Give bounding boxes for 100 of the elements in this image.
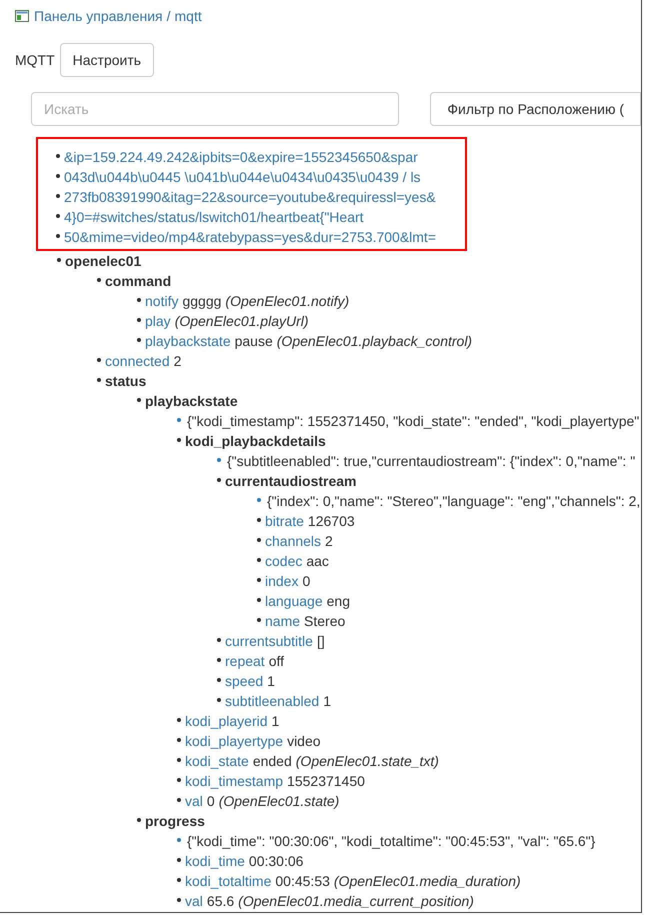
- section-label: MQTT: [15, 50, 55, 70]
- bullet-icon: [217, 698, 221, 702]
- value-text: 1: [272, 712, 280, 730]
- value-text: 0: [302, 572, 310, 590]
- key-link[interactable]: index: [265, 570, 298, 592]
- group-title: status: [105, 372, 146, 390]
- key-link[interactable]: name: [265, 610, 300, 632]
- binding-text: (OpenElec01.media_current_position): [238, 892, 474, 911]
- bullet-icon: [56, 194, 60, 198]
- bullet-icon: [177, 878, 181, 882]
- binding-text: (OpenElec01.notify): [225, 292, 350, 311]
- key-link[interactable]: val: [185, 890, 203, 912]
- value-text: 0: [206, 792, 215, 810]
- bullet-icon: [137, 318, 141, 322]
- value-text: aac: [306, 552, 329, 570]
- value-text: Stereo: [304, 612, 346, 630]
- binding-text: (OpenElec01.state_txt): [296, 752, 439, 771]
- value-text: 1552371450: [287, 772, 365, 790]
- topic-link[interactable]: 043d\u044b\u0445 \u041b\u044e\u0434\u0435\u0439 / ls: [64, 166, 421, 188]
- bullet-icon: [177, 838, 181, 842]
- key-link[interactable]: notify: [145, 290, 178, 312]
- bullet-icon: [97, 378, 101, 382]
- json-text: {"index": 0,"name": "Stereo","language": "eng","channels": 2,: [267, 492, 640, 511]
- bullet-icon: [257, 578, 261, 582]
- location-filter-button[interactable]: Фильтр по Расположению (: [430, 92, 641, 126]
- bullet-icon: [137, 298, 141, 302]
- value-text: 00:45:53: [275, 872, 330, 890]
- key-link[interactable]: codec: [265, 550, 302, 572]
- value-text: []: [316, 632, 325, 651]
- binding-text: (OpenElec01.media_duration): [334, 872, 521, 891]
- key-link[interactable]: speed: [225, 670, 264, 692]
- key-link[interactable]: repeat: [225, 650, 265, 672]
- key-link[interactable]: kodi_playerid: [185, 710, 268, 732]
- key-link[interactable]: kodi_state: [185, 750, 249, 772]
- value-text: 65.6: [206, 892, 234, 910]
- bullet-icon: [257, 558, 261, 562]
- key-link[interactable]: kodi_playertype: [185, 730, 284, 752]
- group-title: openelec01: [65, 252, 142, 271]
- bullet-icon: [217, 458, 221, 462]
- configure-button[interactable]: Настроить: [60, 43, 154, 77]
- binding-text: (OpenElec01.playback_control): [276, 332, 472, 351]
- bullet-icon: [97, 278, 101, 282]
- group-title: command: [105, 272, 172, 290]
- bullet-icon: [217, 678, 221, 682]
- key-link[interactable]: channels: [265, 530, 322, 552]
- topic-link[interactable]: 4}0=#switches/status/lswitch01/heartbeat{"Heart: [64, 206, 364, 228]
- group-title: kodi_playbackdetails: [185, 432, 326, 451]
- bullet-icon: [56, 174, 60, 178]
- key-link[interactable]: play: [145, 310, 171, 332]
- json-text: {"subtitleenabled": true,"currentaudiostream": {"index": 0,"name": ": [227, 452, 636, 471]
- key-link[interactable]: val: [185, 790, 203, 812]
- key-link[interactable]: connected: [105, 350, 170, 372]
- bullet-icon: [257, 518, 261, 522]
- value-text: off: [268, 652, 284, 670]
- bullet-icon: [177, 438, 181, 442]
- key-link[interactable]: kodi_time: [185, 850, 245, 872]
- bullet-icon: [177, 718, 181, 722]
- bullet-icon: [177, 418, 181, 422]
- bullet-icon: [217, 478, 221, 482]
- bullet-icon: [137, 818, 141, 822]
- bullet-icon: [217, 658, 221, 662]
- bullet-icon: [257, 538, 261, 542]
- key-link[interactable]: kodi_timestamp: [185, 770, 284, 792]
- bullet-icon: [257, 618, 261, 622]
- topic-link[interactable]: 273fb08391990&itag=22&source=youtube&requiressl=yes&: [64, 186, 436, 208]
- binding-text: (OpenElec01.state): [218, 792, 340, 811]
- search-field[interactable]: Искать: [31, 92, 400, 126]
- value-text: 126703: [308, 512, 355, 530]
- topic-link[interactable]: 50&mime=video/mp4&ratebypass=yes&dur=2753.700&lmt=: [64, 226, 436, 248]
- breadcrumb-link[interactable]: Панель управления: [34, 6, 163, 26]
- bullet-icon: [177, 858, 181, 862]
- key-link[interactable]: playbackstate: [145, 330, 231, 352]
- key-link[interactable]: subtitleenabled: [225, 690, 320, 712]
- bullet-icon: [177, 898, 181, 902]
- bullet-icon: [217, 638, 221, 642]
- group-title: playbackstate: [145, 392, 238, 411]
- control-panel-icon: [15, 9, 29, 23]
- key-link[interactable]: language: [265, 590, 323, 612]
- value-text: eng: [326, 592, 350, 611]
- topic-link[interactable]: &ip=159.224.49.242&ipbits=0&expire=1552345650&spar: [64, 146, 418, 168]
- value-text: video: [287, 732, 321, 750]
- breadcrumb-link[interactable]: mqtt: [174, 6, 202, 26]
- bullet-icon: [56, 234, 60, 238]
- value-text: 1: [267, 672, 275, 690]
- binding-text: (OpenElec01.playUrl): [174, 312, 309, 331]
- bullet-icon: [177, 758, 181, 762]
- group-title: currentaudiostream: [225, 472, 356, 490]
- bullet-icon: [56, 154, 60, 158]
- bullet-icon: [97, 358, 101, 362]
- breadcrumb-separator: /: [166, 6, 171, 26]
- value-text: 2: [174, 352, 182, 370]
- value-text: 1: [323, 692, 331, 710]
- json-text: {"kodi_timestamp": 1552371450, "kodi_state": "ended", "kodi_playertype": [187, 412, 640, 431]
- key-link[interactable]: kodi_totaltime: [185, 870, 272, 892]
- key-link[interactable]: bitrate: [265, 510, 304, 532]
- bullet-icon: [137, 398, 141, 402]
- bullet-icon: [177, 738, 181, 742]
- bullet-icon: [257, 598, 261, 602]
- bullet-icon: [56, 214, 60, 218]
- key-link[interactable]: currentsubtitle: [225, 630, 313, 652]
